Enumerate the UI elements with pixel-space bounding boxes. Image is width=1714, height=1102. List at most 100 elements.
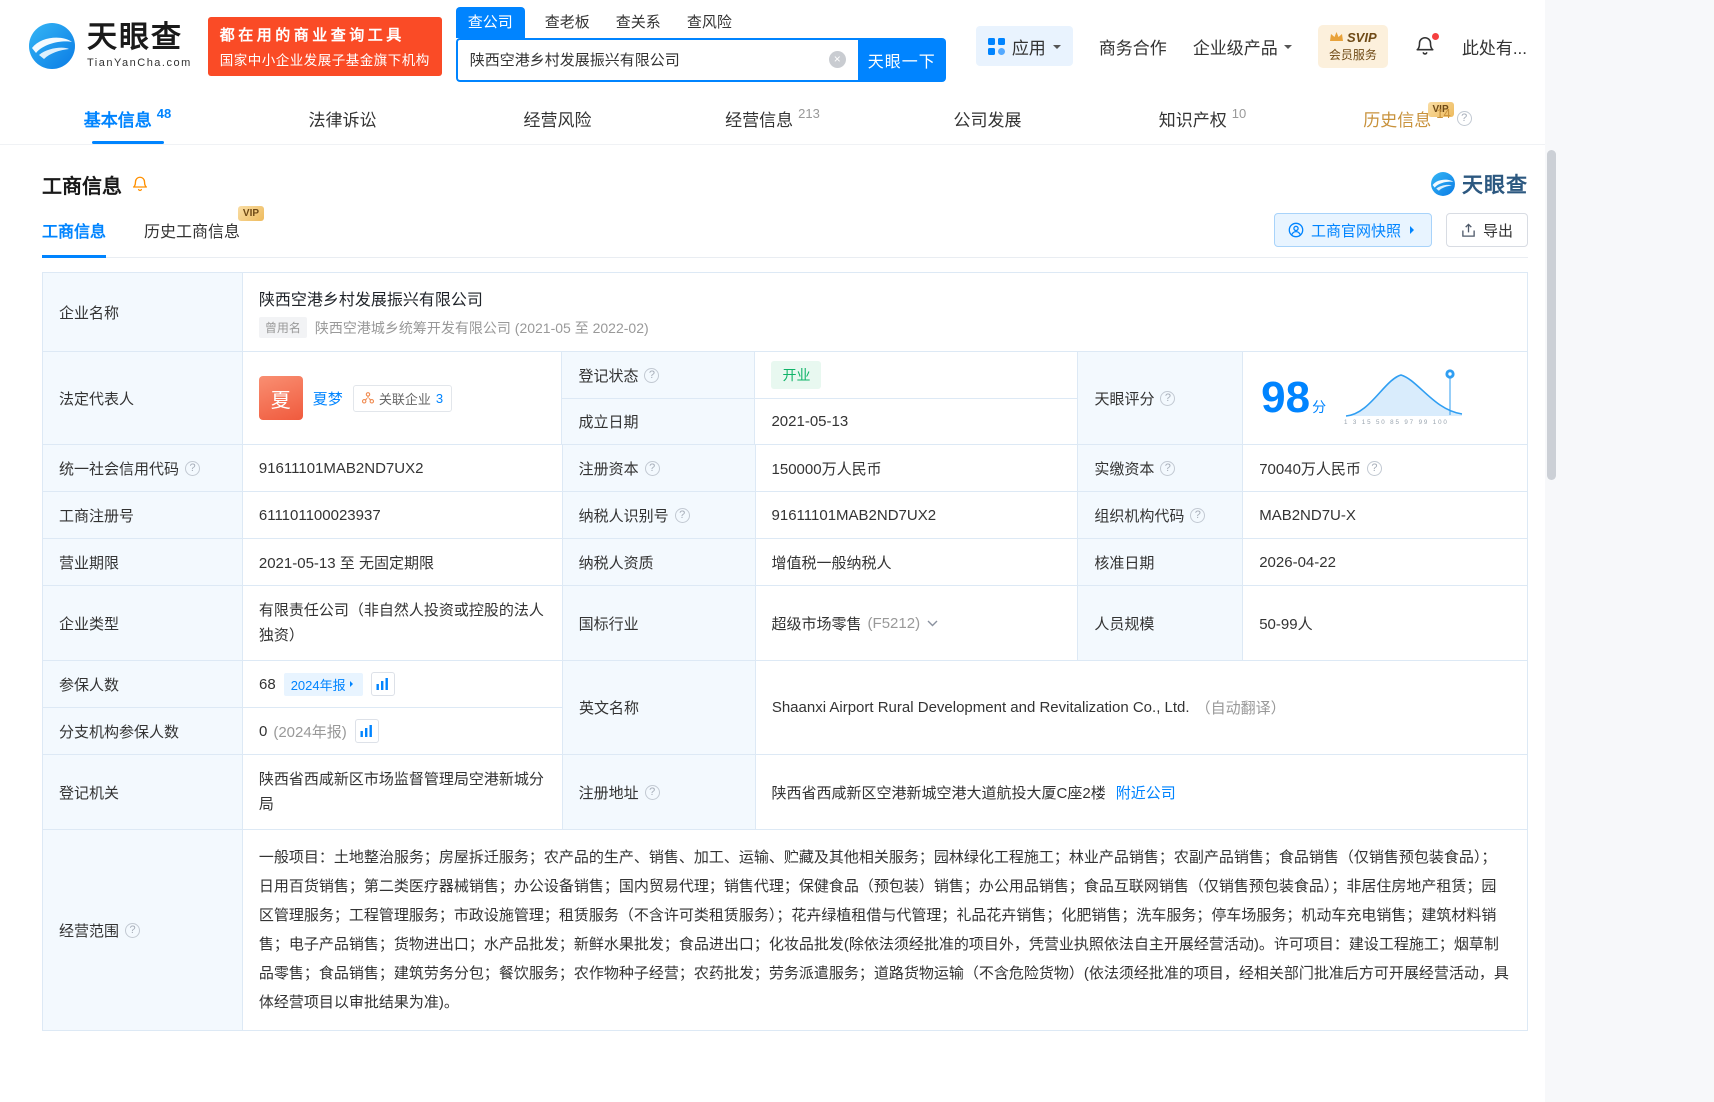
table-row: 营业期限 2021-05-13 至 无固定期限 纳税人资质 增值税一般纳税人 核… [43,539,1528,586]
subtab-history-registration[interactable]: 历史工商信息 VIP [144,206,265,257]
arrow-right-icon [349,681,356,687]
search-button[interactable]: 天眼一下 [857,37,946,82]
scrollbar-thumb[interactable] [1547,150,1556,480]
nearby-companies-link[interactable]: 附近公司 [1116,782,1176,803]
table-row: 工商注册号 611101100023937 纳税人识别号 91611101MAB… [43,492,1528,539]
enterprise-products-link[interactable]: 企业级产品 [1193,34,1292,59]
subtab-business-registration[interactable]: 工商信息 [42,218,107,258]
top-header: 天眼查 TianYanCha.com 都在用的商业查询工具 国家中小企业发展子基… [0,0,1545,92]
official-snapshot-button[interactable]: 工商官网快照 [1273,213,1432,247]
search-tab-company[interactable]: 查公司 [455,6,525,38]
chevron-down-icon [1052,44,1061,53]
field-english-name-label: 英文名称 [563,661,756,755]
page-gutter [1545,0,1714,1102]
search-tab-risk[interactable]: 查风险 [687,11,732,38]
tab-legal-litigation[interactable]: 法律诉讼 [235,92,450,144]
field-registry-authority-label: 登记机关 [43,755,243,830]
legal-rep-avatar[interactable]: 夏 [258,376,303,420]
field-score-value[interactable]: 98 分 1 3 15 50 85 97 99 100 [1243,352,1528,445]
field-reg-number-value: 611101100023937 [242,492,563,539]
tab-basic-info[interactable]: 基本信息 48 [20,92,235,144]
help-icon[interactable] [1456,110,1472,126]
field-legal-rep-label: 法定代表人 [43,352,243,445]
former-name: 陕西空港城乡统筹开发有限公司 (2021-05 至 2022-02) [314,319,649,336]
tab-history-info[interactable]: VIP 历史信息 14 [1310,92,1525,144]
field-taxpayer-quality-label: 纳税人资质 [562,539,756,586]
section-title: 工商信息 [42,170,149,199]
field-establish-date-value: 2021-05-13 [755,399,1079,445]
chevron-down-icon [1283,44,1292,53]
tab-count: 10 [1231,105,1247,121]
tab-operation-risk[interactable]: 经营风险 [450,92,665,144]
field-credit-code-label: 统一社会信用代码 [43,445,243,492]
field-staff-size-value: 50-99人 [1243,586,1528,661]
field-registered-address-label: 注册地址 [562,755,756,830]
header-more-text[interactable]: 此处有... [1462,34,1527,59]
watermark-text: 天眼查 [1462,174,1528,197]
vip-badge: VIP [237,206,265,221]
field-score-label: 天眼评分 [1078,352,1244,445]
promo-banner-line1: 都在用的商业查询工具 [219,26,405,44]
help-icon[interactable] [1160,390,1176,406]
annual-report-tag[interactable]: 2024年报 [283,672,363,696]
table-row: 法定代表人 夏 夏梦 关联企业 3 登记状态 开业 [43,352,1528,445]
business-info-table: 企业名称 陕西空港乡村发展振兴有限公司 曾用名 陕西空港城乡统筹开发有限公司 (… [42,272,1528,1031]
company-name: 陕西空港乡村发展振兴有限公司 [258,292,483,309]
help-icon[interactable] [644,460,660,476]
field-business-term-value: 2021-05-13 至 无固定期限 [242,539,563,586]
crown-icon [1330,32,1343,41]
snapshot-person-icon [1288,222,1304,238]
help-icon[interactable] [1160,460,1176,476]
biz-cooperation-link[interactable]: 商务合作 [1099,34,1167,59]
help-icon[interactable] [125,922,141,938]
field-taxpayer-quality-value: 增值税一般纳税人 [755,539,1079,586]
org-graph-icon [361,392,374,404]
monitor-bell-icon[interactable] [131,175,149,193]
field-company-name-label: 企业名称 [43,273,243,352]
related-companies-button[interactable]: 关联企业 3 [352,384,453,412]
help-icon[interactable] [644,784,660,800]
search-input[interactable] [469,51,829,68]
help-icon[interactable] [185,460,201,476]
help-icon[interactable] [644,367,660,383]
field-legal-rep-value: 夏 夏梦 关联企业 3 [242,352,563,445]
help-icon[interactable] [1190,507,1206,523]
field-reg-number-label: 工商注册号 [43,492,243,539]
tianyancha-watermark-icon [1431,172,1455,196]
branch-insured-note: (2024年报) [273,723,347,741]
score-axis-labels: 1 3 15 50 85 97 99 100 [1344,419,1449,426]
chevron-down-icon[interactable] [927,620,938,627]
notification-bell-icon[interactable] [1414,33,1439,57]
tianyancha-logo[interactable]: 天眼查 TianYanCha.com [27,21,192,71]
search-tab-boss[interactable]: 查老板 [545,11,590,38]
auto-translate-note: （自动翻译） [1195,700,1286,717]
tianyancha-watermark: 天眼查 [1430,169,1528,199]
apps-grid-icon [987,37,1005,55]
help-icon[interactable] [1366,460,1382,476]
tab-intellectual-property[interactable]: 知识产权 10 [1095,92,1310,144]
main-content: 工商信息 天眼查 工商信息 历史工商信息 VIP 工商官网快照 导出 企业名称 … [0,145,1545,1071]
svip-sublabel: 会员服务 [1328,47,1377,62]
help-icon[interactable] [674,507,690,523]
apps-label: 应用 [1011,38,1046,58]
field-org-code-label: 组织机构代码 [1078,492,1244,539]
tab-company-development[interactable]: 公司发展 [880,92,1095,144]
tab-business-info[interactable]: 经营信息 213 [665,92,880,144]
status-badge: 开业 [771,361,822,389]
svip-label: SVIP [1347,29,1377,45]
svip-member-badge[interactable]: SVIP 会员服务 [1317,24,1388,68]
field-industry-value: 超级市场零售 (F5212) [755,586,1079,661]
field-taxpayer-id-value: 91611101MAB2ND7UX2 [755,492,1079,539]
apps-button[interactable]: 应用 [975,26,1073,66]
page: 天眼查 TianYanCha.com 都在用的商业查询工具 国家中小企业发展子基… [0,0,1545,1102]
branch-insured-trend-chart-button[interactable] [354,719,379,743]
export-button[interactable]: 导出 [1445,213,1528,247]
search-tab-relation[interactable]: 查关系 [616,11,661,38]
insured-trend-chart-button[interactable] [370,672,395,696]
score-number: 98 [1261,373,1311,422]
bar-chart-icon [360,725,373,737]
legal-rep-name-link[interactable]: 夏梦 [313,388,343,409]
clear-search-icon[interactable] [828,51,846,68]
field-credit-code-value: 91611101MAB2ND7UX2 [242,445,563,492]
field-registry-authority-value: 陕西省西咸新区市场监督管理局空港新城分局 [242,755,563,830]
